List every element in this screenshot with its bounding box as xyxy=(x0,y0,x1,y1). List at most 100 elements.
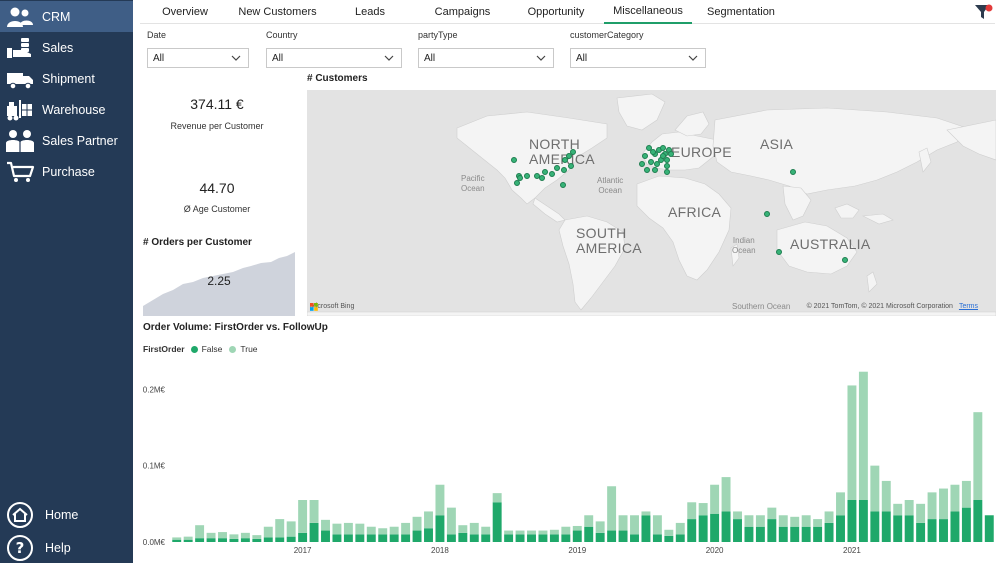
bar-true[interactable] xyxy=(710,484,720,514)
bar-true[interactable] xyxy=(733,511,742,520)
bar-false[interactable] xyxy=(195,538,205,542)
bar-false[interactable] xyxy=(515,534,525,542)
bar-false[interactable] xyxy=(881,511,891,542)
bar-false[interactable] xyxy=(332,534,342,542)
bar-false[interactable] xyxy=(355,534,365,542)
bar-true[interactable] xyxy=(218,532,227,539)
bar-true[interactable] xyxy=(286,521,296,537)
bar-true[interactable] xyxy=(939,488,948,520)
bar-true[interactable] xyxy=(561,526,571,535)
bar-false[interactable] xyxy=(721,511,731,542)
filter-icon[interactable] xyxy=(974,3,994,21)
bar-false[interactable] xyxy=(767,519,777,542)
bar-true[interactable] xyxy=(893,503,903,516)
customer-point[interactable] xyxy=(549,171,555,177)
bar-false[interactable] xyxy=(561,534,571,542)
bar-true[interactable] xyxy=(630,515,639,535)
bar-true[interactable] xyxy=(389,526,399,535)
bar-true[interactable] xyxy=(446,507,456,535)
bar-false[interactable] xyxy=(206,538,216,542)
customer-point[interactable] xyxy=(561,167,567,173)
bar-false[interactable] xyxy=(263,537,273,542)
sidebar-item-shipment[interactable]: Shipment xyxy=(0,63,133,94)
bar-true[interactable] xyxy=(950,484,960,512)
bar-false[interactable] xyxy=(744,526,754,542)
bar-true[interactable] xyxy=(183,536,193,540)
bar-true[interactable] xyxy=(973,412,983,500)
bar-true[interactable] xyxy=(767,507,777,520)
bar-false[interactable] xyxy=(286,536,296,542)
customer-point[interactable] xyxy=(652,167,658,173)
customer-category-dropdown[interactable]: All xyxy=(570,48,706,68)
bar-false[interactable] xyxy=(961,507,971,542)
bar-false[interactable] xyxy=(321,530,330,542)
tab-new-customers[interactable]: New Customers xyxy=(230,0,325,24)
bar-false[interactable] xyxy=(252,538,262,542)
bar-false[interactable] xyxy=(538,534,548,542)
bar-true[interactable] xyxy=(172,537,182,540)
bar-false[interactable] xyxy=(595,532,605,542)
bar-true[interactable] xyxy=(858,371,868,500)
bar-false[interactable] xyxy=(778,526,788,542)
bar-false[interactable] xyxy=(240,538,250,542)
customer-point[interactable] xyxy=(570,149,576,155)
bar-false[interactable] xyxy=(984,515,994,542)
bar-false[interactable] xyxy=(549,534,559,542)
customer-point[interactable] xyxy=(646,145,652,151)
bar-false[interactable] xyxy=(790,526,800,542)
bar-true[interactable] xyxy=(687,502,697,520)
bar-false[interactable] xyxy=(813,526,823,542)
bar-true[interactable] xyxy=(321,519,330,531)
bar-true[interactable] xyxy=(275,519,285,538)
tab-opportunity[interactable]: Opportunity xyxy=(510,0,602,24)
bar-false[interactable] xyxy=(424,528,433,542)
bar-false[interactable] xyxy=(939,519,948,542)
bar-true[interactable] xyxy=(836,492,845,516)
tab-overview[interactable]: Overview xyxy=(140,0,230,24)
bar-true[interactable] xyxy=(881,480,891,512)
bar-true[interactable] xyxy=(412,516,422,531)
customer-point[interactable] xyxy=(644,167,650,173)
customer-point[interactable] xyxy=(511,157,517,163)
tab-miscellaneous[interactable]: Miscellaneous xyxy=(604,0,692,24)
bar-true[interactable] xyxy=(904,500,914,516)
bar-false[interactable] xyxy=(927,519,937,542)
bar-true[interactable] xyxy=(584,515,594,527)
bar-true[interactable] xyxy=(652,515,662,535)
bar-true[interactable] xyxy=(801,515,811,527)
bar-true[interactable] xyxy=(813,519,823,527)
bar-false[interactable] xyxy=(893,515,903,542)
tab-campaigns[interactable]: Campaigns xyxy=(415,0,510,24)
customer-point[interactable] xyxy=(568,163,574,169)
bar-false[interactable] xyxy=(309,522,319,542)
bar-true[interactable] xyxy=(435,484,445,516)
bar-true[interactable] xyxy=(847,385,857,500)
sidebar-item-sales-partner[interactable]: Sales Partner xyxy=(0,125,133,156)
bar-true[interactable] xyxy=(515,530,525,535)
bar-true[interactable] xyxy=(675,522,685,535)
bar-false[interactable] xyxy=(904,515,914,542)
bar-false[interactable] xyxy=(458,532,468,542)
bar-true[interactable] xyxy=(481,526,491,535)
bar-true[interactable] xyxy=(343,522,353,535)
bar-true[interactable] xyxy=(607,486,617,531)
country-dropdown[interactable]: All xyxy=(266,48,402,68)
sidebar-item-purchase[interactable]: Purchase xyxy=(0,156,133,187)
customer-point[interactable] xyxy=(639,161,645,167)
bar-true[interactable] xyxy=(927,492,937,520)
bar-false[interactable] xyxy=(824,522,834,542)
bar-false[interactable] xyxy=(492,502,502,542)
bar-false[interactable] xyxy=(366,534,376,542)
customer-point[interactable] xyxy=(842,257,848,263)
customer-point[interactable] xyxy=(517,175,523,181)
customer-point[interactable] xyxy=(539,175,545,181)
bar-true[interactable] xyxy=(572,525,582,531)
bar-true[interactable] xyxy=(378,528,388,535)
bar-true[interactable] xyxy=(458,525,468,533)
bar-false[interactable] xyxy=(481,534,491,542)
customer-point[interactable] xyxy=(664,169,670,175)
bar-true[interactable] xyxy=(492,493,502,503)
sidebar-item-warehouse[interactable]: Warehouse xyxy=(0,94,133,125)
bar-false[interactable] xyxy=(698,515,708,542)
bar-false[interactable] xyxy=(710,513,720,542)
